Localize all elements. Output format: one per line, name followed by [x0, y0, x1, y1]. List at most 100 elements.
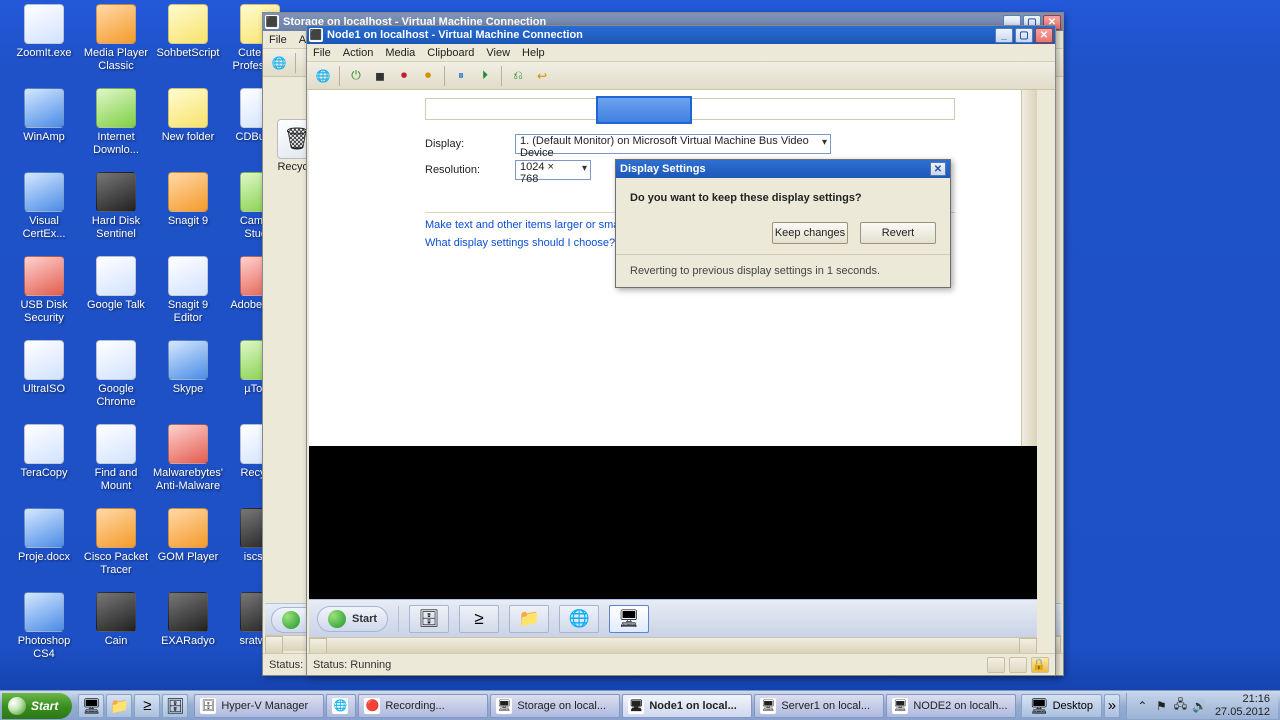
pause-icon[interactable]: ⏸ — [451, 66, 471, 86]
task-label: Node1 on local... — [649, 700, 736, 712]
taskbar-task[interactable]: 🖥Node1 on local... — [622, 694, 752, 718]
menu-item[interactable]: View — [486, 47, 510, 59]
desktop-icon[interactable]: TeraCopy — [8, 424, 80, 480]
taskbar-task[interactable]: 🔴 Recording... — [358, 694, 488, 718]
app-icon — [96, 4, 136, 44]
desktop-icon[interactable]: Skype — [152, 340, 224, 396]
desktop-icon[interactable]: Snagit 9 — [152, 172, 224, 228]
desktop-icon-label: Cain — [80, 635, 152, 648]
tray-icon[interactable]: ⌃ — [1135, 698, 1150, 713]
desktop-icon[interactable]: Hard Disk Sentinel — [80, 172, 152, 240]
desktop-icon[interactable]: Cain — [80, 592, 152, 648]
desktop-icon[interactable]: Snagit 9 Editor — [152, 256, 224, 324]
system-tray: ⌃ ⚑ 🖧 🔊 21:16 27.05.2012 — [1126, 693, 1278, 719]
host-start-button[interactable]: Start — [2, 693, 72, 719]
app-icon — [96, 88, 136, 128]
host-taskbar: Start 🖥 📁 ≥ 🗄 🗄Hyper-V Manager🌐 🔴 Recordin… — [0, 690, 1280, 720]
close-button[interactable]: ✕ — [1035, 28, 1053, 43]
start-icon[interactable]: ⏻ — [346, 66, 366, 86]
taskbar-task[interactable]: 🖥Server1 on local... — [754, 694, 884, 718]
vm-start-button[interactable]: Start — [317, 606, 388, 632]
snapshot-icon[interactable]: ⎌ — [508, 66, 528, 86]
desktop-icon-label: Snagit 9 Editor — [152, 299, 224, 324]
app-icon — [24, 172, 64, 212]
desktop-icon[interactable]: Proje.docx — [8, 508, 80, 564]
ql-show-desktop[interactable]: 🖥 — [78, 694, 104, 718]
desktop-icon-label: ZoomIt.exe — [8, 47, 80, 60]
dialog-question: Do you want to keep these display settin… — [630, 192, 936, 204]
menu-item[interactable]: Clipboard — [427, 47, 474, 59]
ql-powershell[interactable]: ≥ — [134, 694, 160, 718]
display-select[interactable]: 1. (Default Monitor) on Microsoft Virtua… — [515, 134, 831, 154]
toolbar-icon[interactable]: 🌐 — [269, 53, 289, 73]
tray-clock[interactable]: 21:16 27.05.2012 — [1215, 693, 1270, 717]
keep-changes-button[interactable]: Keep changes — [772, 222, 848, 244]
turnoff-icon[interactable]: ◼ — [370, 66, 390, 86]
vm-task-powershell[interactable]: ≥ — [459, 605, 499, 633]
vm-hscrollbar[interactable] — [309, 637, 1037, 653]
task-icon: 🔴 — [364, 698, 380, 714]
app-icon — [168, 88, 208, 128]
desktop-icon[interactable]: WinAmp — [8, 88, 80, 144]
taskbar-task[interactable]: 🗄Hyper-V Manager — [194, 694, 324, 718]
desktop-icon-label: Snagit 9 — [152, 215, 224, 228]
desktop-icon[interactable]: Google Talk — [80, 256, 152, 312]
vm-task-explorer[interactable]: 📁 — [509, 605, 549, 633]
desktop-icon[interactable]: New folder — [152, 88, 224, 144]
shutdown-icon[interactable]: ⏺ — [394, 66, 414, 86]
vm-titlebar[interactable]: ⬛ Node1 on localhost - Virtual Machine C… — [307, 26, 1055, 44]
vm-icon: ⬛ — [309, 28, 323, 42]
desktop-icon[interactable]: SohbetScript — [152, 4, 224, 60]
ql-explorer[interactable]: 📁 — [106, 694, 132, 718]
display-settings-dialog: Display Settings ✕ Do you want to keep t… — [615, 159, 951, 288]
show-desktop-button[interactable]: 🖥 Desktop — [1021, 694, 1102, 718]
ql-server-manager[interactable]: 🗄 — [162, 694, 188, 718]
menu-item[interactable]: File — [269, 34, 287, 46]
desktop-icon[interactable]: Malwarebytes' Anti-Malware — [152, 424, 224, 492]
menu-item[interactable]: Help — [522, 47, 545, 59]
menu-item[interactable]: File — [313, 47, 331, 59]
desktop-icon[interactable]: Internet Downlo... — [80, 88, 152, 156]
ctrl-alt-del-icon[interactable]: 🌐 — [313, 66, 333, 86]
desktop-icon[interactable]: Photoshop CS4 — [8, 592, 80, 660]
toolbar-chevron[interactable]: » — [1104, 694, 1120, 718]
desktop-icon[interactable]: Find and Mount — [80, 424, 152, 492]
reset-icon[interactable]: ⏵ — [475, 66, 495, 86]
revert-icon[interactable]: ↩ — [532, 66, 552, 86]
resolution-select[interactable]: 1024 × 768 — [515, 160, 591, 180]
desktop-icon[interactable]: ZoomIt.exe — [8, 4, 80, 60]
desktop-icon[interactable]: Google Chrome — [80, 340, 152, 408]
desktop-icon[interactable]: Media Player Classic — [80, 4, 152, 72]
dialog-titlebar[interactable]: Display Settings ✕ — [616, 160, 950, 178]
minimize-button[interactable]: _ — [995, 28, 1013, 43]
desktop-icon[interactable]: EXARadyo — [152, 592, 224, 648]
app-icon — [168, 508, 208, 548]
revert-button[interactable]: Revert — [860, 222, 936, 244]
desktop-icon[interactable]: GOM Player — [152, 508, 224, 564]
taskbar-task[interactable]: 🖥Storage on local... — [490, 694, 620, 718]
desktop-icon[interactable]: Visual CertEx... — [8, 172, 80, 240]
taskbar-task[interactable]: 🖥NODE2 on localh... — [886, 694, 1016, 718]
maximize-button[interactable]: ▢ — [1015, 28, 1033, 43]
app-icon — [168, 4, 208, 44]
desktop-icon[interactable]: Cisco Packet Tracer — [80, 508, 152, 576]
dialog-close-button[interactable]: ✕ — [930, 162, 946, 176]
tray-volume-icon[interactable]: 🔊 — [1192, 698, 1207, 713]
monitor-preview[interactable] — [425, 98, 955, 120]
tray-flag-icon[interactable]: ⚑ — [1154, 698, 1169, 713]
vm-task-display[interactable]: 🖥 — [609, 605, 649, 633]
desktop-icon-label: Malwarebytes' Anti-Malware — [152, 467, 224, 492]
menu-item[interactable]: Media — [385, 47, 415, 59]
vm-menu-bar: File Action Media Clipboard View Help — [307, 44, 1055, 62]
save-icon[interactable]: ⏺ — [418, 66, 438, 86]
task-label: Recording... — [385, 700, 444, 712]
taskbar-task[interactable]: 🌐 — [326, 694, 356, 718]
vm-task-ie[interactable]: 🌐 — [559, 605, 599, 633]
task-label: NODE2 on localh... — [913, 700, 1007, 712]
menu-item[interactable]: Action — [343, 47, 374, 59]
desktop-icon[interactable]: USB Disk Security — [8, 256, 80, 324]
vm-task-server-manager[interactable]: 🗄 — [409, 605, 449, 633]
desktop-icon-label: UltraISO — [8, 383, 80, 396]
tray-network-icon[interactable]: 🖧 — [1173, 698, 1188, 713]
desktop-icon[interactable]: UltraISO — [8, 340, 80, 396]
